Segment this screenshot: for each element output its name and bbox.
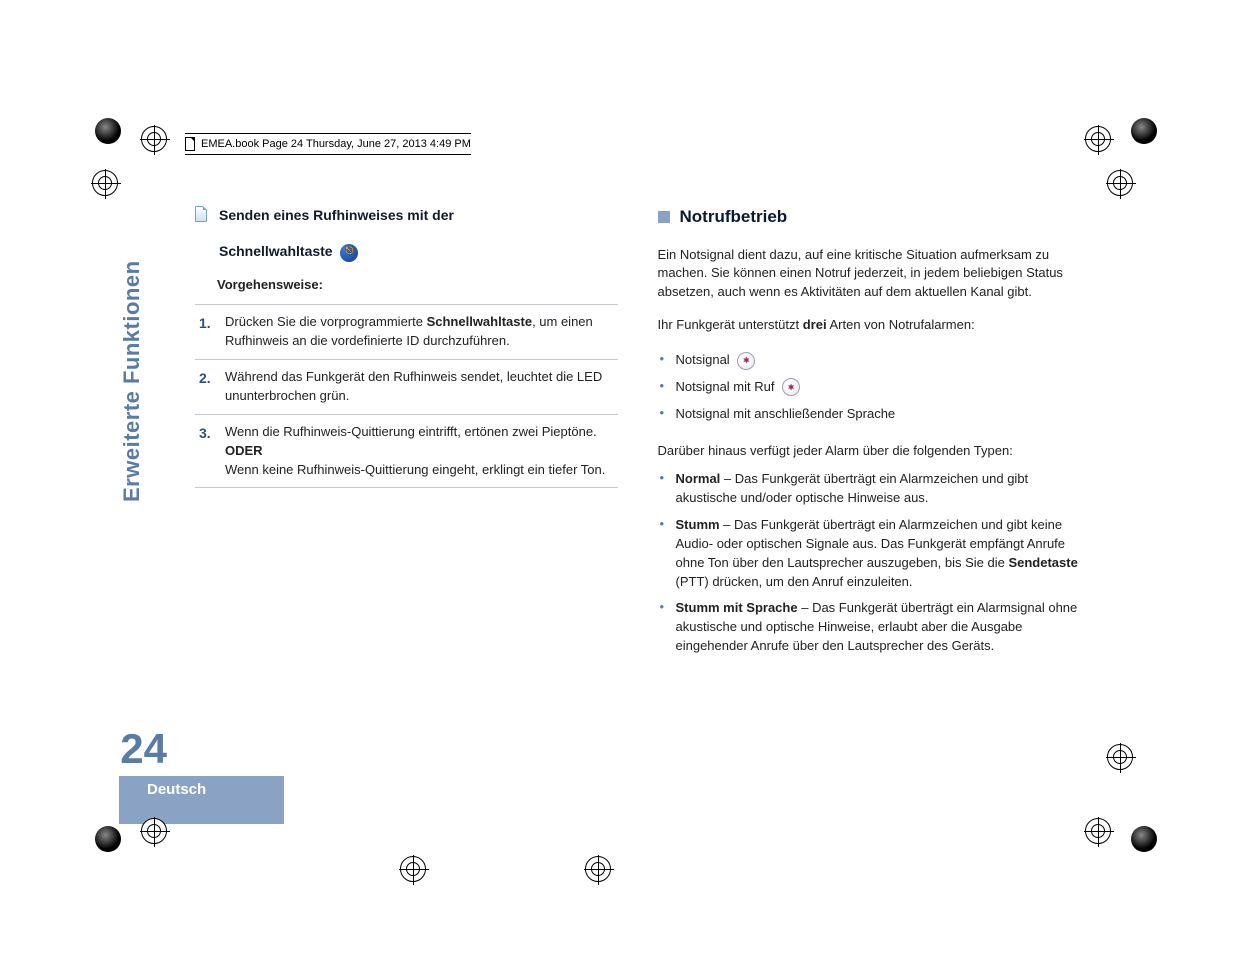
- support-line: Ihr Funkgerät unterstützt drei Arten von…: [658, 316, 1081, 335]
- step-item: 1. Drücken Sie die vorprogrammierte Schn…: [195, 304, 618, 360]
- step-item: 3. Wenn die Rufhinweis-Quittierung eintr…: [195, 415, 618, 489]
- type-name: Stumm mit Sprache: [676, 600, 798, 615]
- item-label: Notsignal mit Ruf: [676, 379, 775, 394]
- step-number: 3.: [199, 423, 217, 480]
- intro-paragraph: Ein Notsignal dient dazu, auf eine kriti…: [658, 246, 1081, 303]
- step-number: 2.: [199, 368, 217, 406]
- h2-heading: Notrufbetrieb: [680, 205, 788, 230]
- quickdial-icon: ⎋: [340, 244, 358, 262]
- section-heading: Senden eines Rufhinweises mit der Schnel…: [195, 205, 618, 262]
- list-item: Normal – Das Funkgerät überträgt ein Ala…: [658, 468, 1081, 514]
- section-title-line1: Senden eines Rufhinweises mit der: [219, 205, 454, 225]
- page-number: 24: [119, 728, 167, 770]
- section-title-line2: Schnellwahltaste: [219, 243, 333, 259]
- txt: Ihr Funkgerät unterstützt: [658, 317, 803, 332]
- book-header: EMEA.book Page 24 Thursday, June 27, 201…: [185, 133, 471, 155]
- procedure-label: Vorgehensweise:: [217, 276, 618, 295]
- inline-bold: Sendetaste: [1008, 555, 1077, 570]
- left-column: Senden eines Rufhinweises mit der Schnel…: [195, 205, 618, 674]
- steps-list: 1. Drücken Sie die vorprogrammierte Schn…: [195, 304, 618, 488]
- alarm-list: Notsignal ✶ Notsignal mit Ruf ✶ Notsigna…: [658, 349, 1081, 430]
- side-tab-label: Erweiterte Funktionen: [119, 260, 145, 502]
- emergency-icon: ✶: [737, 352, 755, 370]
- item-label: Notsignal: [676, 352, 730, 367]
- header-text: EMEA.book Page 24 Thursday, June 27, 201…: [201, 138, 471, 150]
- step-or: ODER: [225, 443, 263, 458]
- crop-mark-icon: [1067, 744, 1147, 804]
- page-mini-icon: [185, 137, 195, 151]
- list-item: Notsignal mit Ruf ✶: [658, 376, 1081, 403]
- crop-mark-icon: [1085, 804, 1165, 864]
- dash: –: [720, 471, 734, 486]
- type-text: Das Funkgerät überträgt ein Alarmzeichen…: [676, 517, 1066, 570]
- emergency-icon: ✶: [782, 378, 800, 396]
- list-item: Stumm – Das Funkgerät überträgt ein Alar…: [658, 514, 1081, 597]
- crop-mark-icon: [95, 804, 175, 864]
- dash: –: [720, 517, 734, 532]
- right-column: Notrufbetrieb Ein Notsignal dient dazu, …: [658, 205, 1081, 674]
- doc-icon: [195, 206, 207, 222]
- square-bullet-icon: [658, 211, 670, 223]
- type-name: Stumm: [676, 517, 720, 532]
- txt-bold: drei: [803, 317, 827, 332]
- side-tab: Erweiterte Funktionen: [119, 224, 159, 504]
- crop-mark-icon: [92, 170, 172, 230]
- step-text: Drücken Sie die vorprogrammierte: [225, 314, 427, 329]
- step-bold: Schnellwahltaste: [427, 314, 532, 329]
- step-text: Wenn keine Rufhinweis-Quittierung eingeh…: [225, 462, 605, 477]
- crop-mark-icon: [95, 118, 175, 178]
- crop-mark-icon: [585, 856, 665, 916]
- crop-mark-icon: [400, 856, 480, 916]
- list-item: Stumm mit Sprache – Das Funkgerät übertr…: [658, 597, 1081, 662]
- step-text: Während das Funkgerät den Rufhinweis sen…: [225, 368, 618, 406]
- step-item: 2. Während das Funkgerät den Rufhinweis …: [195, 360, 618, 415]
- types-intro: Darüber hinaus verfügt jeder Alarm über …: [658, 442, 1081, 461]
- list-item: Notsignal mit anschließender Sprache: [658, 403, 1081, 430]
- content-area: Senden eines Rufhinweises mit der Schnel…: [195, 205, 1080, 674]
- type-name: Normal: [676, 471, 721, 486]
- step-number: 1.: [199, 313, 217, 351]
- item-label: Notsignal mit anschließender Sprache: [676, 406, 896, 421]
- type-text: (PTT) drücken, um den Anruf einzuleiten.: [676, 574, 913, 589]
- txt: Arten von Notrufalarmen:: [827, 317, 975, 332]
- types-list: Normal – Das Funkgerät überträgt ein Ala…: [658, 468, 1081, 662]
- h2-row: Notrufbetrieb: [658, 205, 1081, 230]
- step-text: Wenn die Rufhinweis-Quittierung eintriff…: [225, 424, 597, 439]
- list-item: Notsignal ✶: [658, 349, 1081, 376]
- crop-mark-icon: [1067, 170, 1147, 230]
- dash: –: [798, 600, 812, 615]
- crop-mark-icon: [1085, 118, 1165, 178]
